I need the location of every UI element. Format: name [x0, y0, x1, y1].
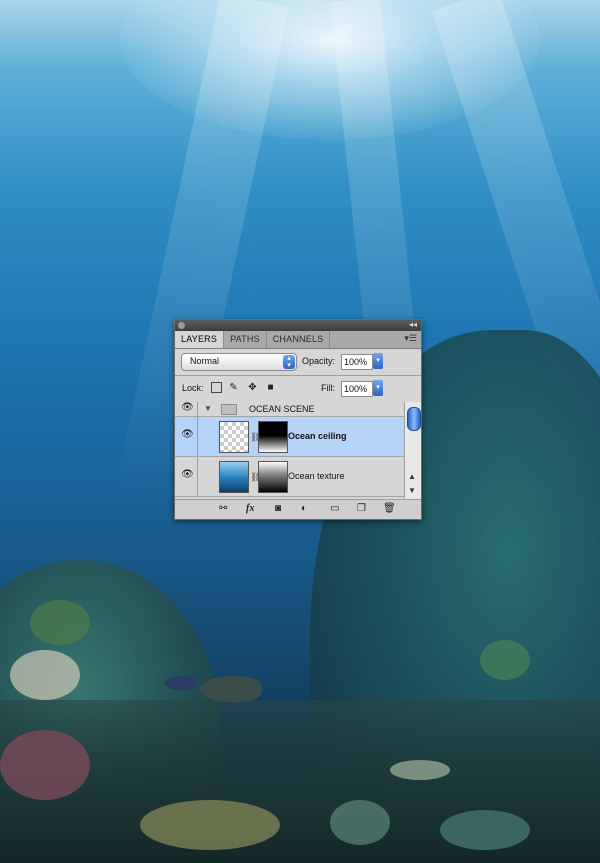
visibility-eye-icon[interactable]: 👁	[175, 417, 198, 456]
fill-dropdown-icon[interactable]: ▾	[373, 380, 383, 396]
expand-triangle-icon[interactable]: ▼	[204, 404, 212, 413]
lock-label: Lock:	[182, 383, 204, 393]
panel-titlebar[interactable]: ◂◂	[175, 320, 421, 331]
lock-row: Lock: ✎ ✥ ■ Fill: 100% ▾	[175, 376, 421, 402]
fill-input[interactable]: 100%	[341, 381, 373, 397]
coral	[140, 800, 280, 850]
lock-all-icon[interactable]: ■	[265, 382, 276, 393]
panel-menu-icon[interactable]: ▾☰	[404, 333, 417, 344]
layers-list: 👁 ▼ OCEAN SCENE 👁 ⛓ Ocean ceiling 👁 ⛓ Oc…	[175, 402, 405, 499]
fx-icon[interactable]: fx	[246, 503, 254, 514]
fill-label: Fill:	[321, 383, 335, 393]
close-icon[interactable]	[178, 322, 185, 329]
delete-layer-icon[interactable]: 🗑	[383, 503, 396, 514]
coral	[330, 800, 390, 845]
tab-paths[interactable]: PATHS	[224, 331, 267, 348]
coral	[30, 600, 90, 645]
adjustment-layer-icon[interactable]: ◐	[301, 503, 307, 514]
visibility-eye-icon[interactable]: 👁	[175, 402, 198, 416]
scrollbar-thumb[interactable]	[407, 407, 421, 431]
coral	[10, 650, 80, 700]
coral	[440, 810, 530, 850]
layers-panel: ◂◂ LAYERS PATHS CHANNELS ▾☰ Normal ▴ ▾ Op…	[174, 319, 422, 520]
layer-row-selected[interactable]: 👁 ⛓ Ocean ceiling	[175, 417, 405, 457]
new-layer-icon[interactable]: ❐	[357, 503, 366, 514]
folder-icon	[221, 404, 237, 415]
layer-row[interactable]: 👁 ⛓ Ocean texture	[175, 457, 405, 497]
opacity-label: Opacity:	[302, 356, 336, 366]
blend-row: Normal ▴ ▾ Opacity: 100% ▾	[175, 349, 421, 375]
blend-mode-select[interactable]: Normal ▴ ▾	[181, 353, 297, 371]
panel-footer: ⚯ fx ◙ ◐ ▭ ❐ 🗑	[175, 499, 421, 519]
blend-mode-value: Normal	[190, 356, 220, 366]
layer-group-row[interactable]: 👁 ▼ OCEAN SCENE	[175, 402, 405, 417]
opacity-input[interactable]: 100%	[341, 354, 373, 370]
new-group-icon[interactable]: ▭	[330, 503, 339, 514]
scroll-up-icon[interactable]: ▲	[408, 472, 416, 481]
scroll-down-icon[interactable]: ▼	[408, 486, 416, 495]
visibility-eye-icon[interactable]: 👁	[175, 457, 198, 496]
fish	[200, 676, 262, 702]
layer-mask-thumbnail[interactable]	[258, 421, 288, 453]
layer-name: Ocean texture	[288, 471, 345, 481]
lock-image-brush-icon[interactable]: ✎	[228, 382, 239, 393]
layer-thumbnail	[219, 461, 249, 493]
opacity-dropdown-icon[interactable]: ▾	[373, 353, 383, 369]
layer-name: Ocean ceiling	[288, 431, 347, 441]
lock-position-move-icon[interactable]: ✥	[247, 382, 258, 393]
fish	[165, 676, 197, 690]
link-layers-icon[interactable]: ⚯	[219, 503, 227, 514]
tab-channels[interactable]: CHANNELS	[267, 331, 331, 348]
layer-mask-thumbnail[interactable]	[258, 461, 288, 493]
select-arrows-icon: ▴ ▾	[283, 355, 295, 369]
tab-layers[interactable]: LAYERS	[175, 331, 225, 348]
collapse-icon[interactable]: ◂◂	[409, 320, 417, 329]
coral	[390, 760, 450, 780]
layers-scrollbar[interactable]: ▲ ▼	[404, 402, 421, 499]
panel-tabs: LAYERS PATHS CHANNELS ▾☰	[175, 331, 421, 349]
layer-name: OCEAN SCENE	[249, 404, 315, 414]
layer-thumbnail	[219, 421, 249, 453]
coral	[480, 640, 530, 680]
coral	[0, 730, 90, 800]
add-mask-icon[interactable]: ◙	[275, 503, 281, 514]
lock-transparency-icon[interactable]	[211, 382, 222, 393]
